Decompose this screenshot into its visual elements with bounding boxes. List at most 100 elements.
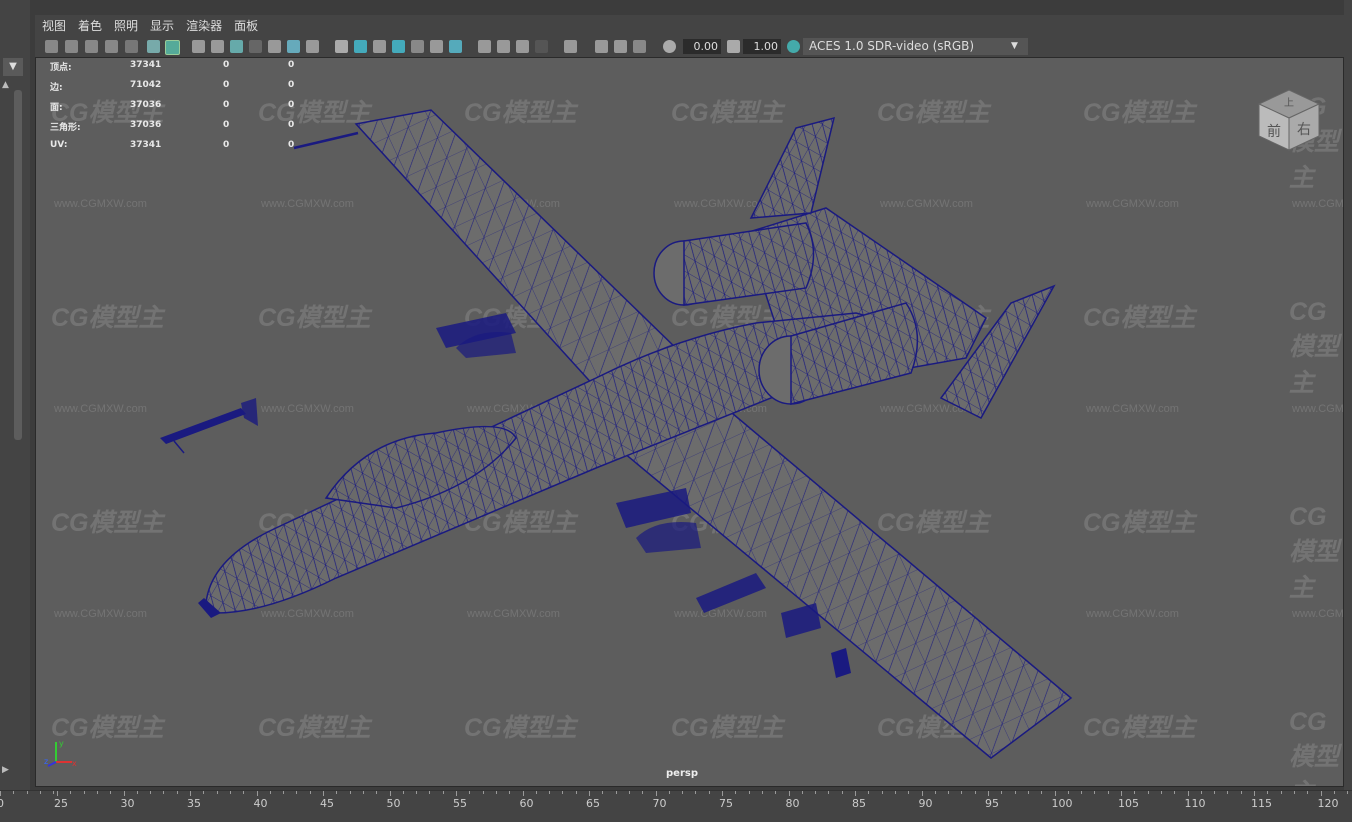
scroll-up-icon[interactable]: ▲ <box>2 80 12 90</box>
timeline-tick-mark <box>628 791 630 794</box>
timeline-tick-mark <box>1307 791 1309 794</box>
resolution-gate-icon[interactable] <box>230 40 243 53</box>
cube-top-label: 上 <box>1284 97 1294 109</box>
timeline-tick-mark <box>761 791 763 794</box>
timeline-tick-label: 45 <box>320 797 334 810</box>
xray-joints-icon[interactable] <box>614 40 627 53</box>
timeline-tick-mark <box>1014 791 1016 794</box>
bookmark-icon[interactable] <box>85 40 98 53</box>
field-chart-icon[interactable] <box>268 40 281 53</box>
timeline-tick-mark <box>708 791 710 794</box>
timeline-tick-mark <box>615 791 617 794</box>
timeline-tick-mark <box>841 791 843 794</box>
backface-icon[interactable] <box>633 40 646 53</box>
side-scrollbar[interactable] <box>14 90 22 440</box>
timeline-tick-mark <box>1027 791 1029 794</box>
timeline-tick-mark <box>695 791 697 794</box>
shadows-icon[interactable] <box>449 40 462 53</box>
timeline-tick-mark <box>269 791 271 794</box>
timeline-tick-label: 35 <box>187 797 201 810</box>
ssao-icon[interactable] <box>478 40 491 53</box>
lights-icon[interactable] <box>430 40 443 53</box>
view-cube[interactable]: 上 前 右 <box>1254 84 1324 158</box>
isolate-select-icon[interactable] <box>564 40 577 53</box>
camera-attr-icon[interactable] <box>65 40 78 53</box>
menu-shading[interactable]: 着色 <box>78 15 102 37</box>
timeline-tick-mark <box>1320 791 1322 796</box>
timeline-tick-mark <box>988 791 989 796</box>
safe-action-icon[interactable] <box>287 40 300 53</box>
gamma-icon[interactable] <box>727 40 740 53</box>
wireframe-model[interactable] <box>36 58 1344 787</box>
timeline-tick-label: 115 <box>1251 797 1272 810</box>
xray-icon[interactable] <box>595 40 608 53</box>
gate-mask-icon[interactable] <box>249 40 262 53</box>
axis-y-label: y <box>59 739 64 748</box>
persp-viewport[interactable]: 顶点: 37341 0 0 边: 71042 0 0 面: 37036 0 0 三角形: 37036 0 0 U… <box>35 57 1344 787</box>
timeline-tick-mark <box>974 791 976 794</box>
dof-icon[interactable] <box>535 40 548 53</box>
timeline-tick-mark <box>1134 791 1136 794</box>
scroll-down-icon[interactable]: ▶ <box>2 765 12 775</box>
timeline-tick-mark <box>429 791 431 794</box>
timeline-tick-mark <box>868 791 870 794</box>
wireframe-on-shaded-icon[interactable] <box>392 40 405 53</box>
timeline-tick-mark <box>881 791 883 794</box>
timeline-tick-mark <box>1174 791 1176 794</box>
film-gate-icon[interactable] <box>211 40 224 53</box>
grease-pencil-icon[interactable] <box>147 40 160 53</box>
time-slider[interactable]: 0 25 30 35 40 45 50 55 60 65 70 75 80 85 90 95 100 105 110… <box>0 790 1352 822</box>
smooth-shade-icon[interactable] <box>354 40 367 53</box>
timeline-tick-mark <box>123 791 125 796</box>
image-plane-icon[interactable] <box>105 40 118 53</box>
timeline-tick-mark <box>323 791 324 796</box>
timeline-tick-label: 110 <box>1184 797 1206 810</box>
gamma-field[interactable]: 1.00 <box>743 39 781 54</box>
timeline-tick-mark <box>1240 791 1242 794</box>
panel-dropdown-button[interactable]: ▼ <box>3 58 23 76</box>
timeline-tick-mark <box>1067 791 1069 794</box>
menu-show[interactable]: 显示 <box>150 15 174 37</box>
timeline-tick-mark <box>469 791 471 794</box>
right-edge <box>1344 0 1352 790</box>
timeline-tick-mark <box>176 791 178 794</box>
timeline-tick-mark <box>535 791 537 794</box>
timeline-tick-mark <box>1147 791 1149 794</box>
chevron-down-icon[interactable]: ▼ <box>1007 38 1026 55</box>
2d-pan-icon[interactable] <box>125 40 138 53</box>
menu-panels[interactable]: 面板 <box>234 15 258 37</box>
timeline-tick-mark <box>190 791 191 796</box>
timeline-tick-mark <box>642 791 644 794</box>
timeline-tick-mark <box>216 791 218 794</box>
menu-renderer[interactable]: 渲染器 <box>186 15 222 37</box>
timeline-tick-mark <box>788 791 790 796</box>
timeline-tick-mark <box>1280 791 1282 794</box>
camera-icon[interactable] <box>45 40 58 53</box>
exposure-icon[interactable] <box>663 40 676 53</box>
timeline-tick-mark <box>1333 791 1335 794</box>
safe-title-icon[interactable] <box>306 40 319 53</box>
default-material-icon[interactable] <box>373 40 386 53</box>
view-transform-select[interactable]: ACES 1.0 SDR-video (sRGB) <box>803 38 1028 55</box>
timeline-tick-mark <box>921 791 923 796</box>
menu-lighting[interactable]: 照明 <box>114 15 138 37</box>
timeline-tick-mark <box>1214 791 1216 794</box>
camera-name-label: persp <box>666 768 698 779</box>
wireframe-icon[interactable] <box>335 40 348 53</box>
timeline-tick-mark <box>908 791 910 794</box>
motion-blur-icon[interactable] <box>497 40 510 53</box>
grid-icon[interactable] <box>192 40 205 53</box>
menu-view[interactable]: 视图 <box>42 15 66 37</box>
textured-icon[interactable] <box>411 40 424 53</box>
exposure-field[interactable]: 0.00 <box>683 39 721 54</box>
timeline-tick-mark <box>26 791 28 794</box>
color-management-icon[interactable] <box>787 40 800 53</box>
aa-icon[interactable] <box>516 40 529 53</box>
timeline-tick-label: 60 <box>519 797 534 810</box>
timeline-tick-mark <box>96 791 98 794</box>
timeline-tick-mark <box>948 791 950 794</box>
pencil-icon[interactable] <box>165 40 180 55</box>
timeline-tick-mark <box>442 791 444 794</box>
timeline-tick-label: 50 <box>386 797 401 810</box>
timeline-tick-label: 40 <box>253 797 268 810</box>
